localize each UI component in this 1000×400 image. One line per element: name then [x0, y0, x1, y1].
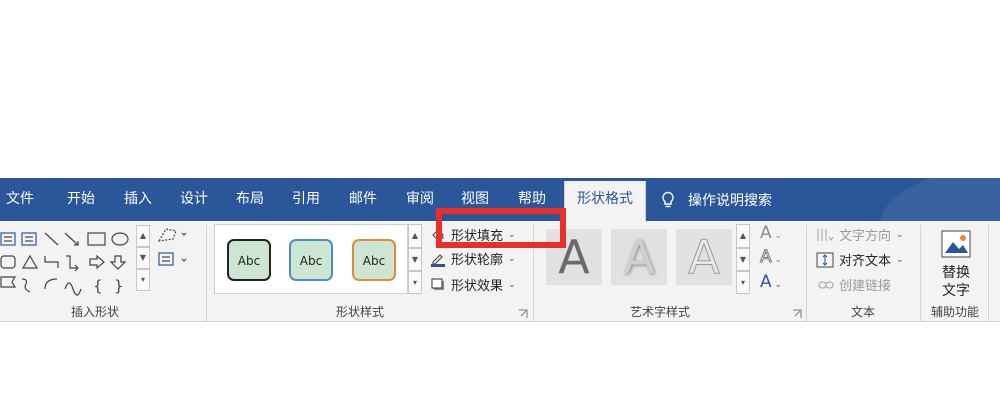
group-separator [920, 225, 921, 321]
shapes-gallery[interactable]: { } [0, 225, 140, 297]
group-label-wordart-styles: 艺术字样式 [629, 305, 690, 319]
tab-shape-format[interactable]: 形状格式 [564, 181, 646, 221]
group-label-text: 文本 [850, 305, 875, 319]
wordart-scroll-down[interactable]: ▼ [736, 248, 750, 271]
tab-mailings[interactable]: 邮件 [339, 178, 387, 221]
shapes-more[interactable]: ▾ [136, 269, 150, 291]
text-direction-button[interactable]: 文字方向 ⌄ [816, 225, 904, 244]
shape-effects-button[interactable]: 形状效果 ⌄ [430, 275, 516, 294]
style-more[interactable]: ▾ [408, 271, 422, 294]
align-text-button[interactable]: 对齐文本 ⌄ [816, 250, 904, 269]
tab-file[interactable]: 文件 [0, 178, 40, 221]
tell-me-search[interactable]: 操作说明搜索 [660, 178, 772, 221]
link-icon [818, 281, 834, 288]
shape-effects-label: 形状效果 [451, 279, 504, 294]
wordart-more[interactable]: ▾ [736, 271, 750, 294]
group-separator [988, 225, 989, 321]
group-separator [206, 225, 207, 321]
shapes-scroll-down[interactable]: ▼ [136, 247, 150, 269]
group-label-shape-styles: 形状样式 [335, 305, 384, 319]
wordart-scroll-up[interactable]: ▲ [736, 224, 750, 248]
pen-outline-icon [431, 253, 445, 267]
group-label-insert-shapes: 插入形状 [70, 305, 119, 319]
wordart-style-3[interactable]: A [676, 229, 732, 285]
create-link-button[interactable]: 创建链接 [818, 275, 891, 294]
shape-effects-icon [431, 277, 444, 290]
svg-text:{: { [93, 277, 103, 295]
edit-shape-icon[interactable] [156, 225, 192, 273]
dialog-launcher-icon[interactable] [792, 309, 802, 319]
alt-text-button[interactable]: 替换 文字 [936, 229, 976, 300]
tab-references[interactable]: 引用 [282, 178, 330, 221]
lightbulb-icon [662, 191, 674, 207]
style-scroll-up[interactable]: ▲ [408, 224, 422, 248]
shape-style-preset-2[interactable]: Abc [289, 239, 333, 281]
tab-design[interactable]: 设计 [170, 178, 218, 221]
text-fill-button[interactable]: A ⌄ [760, 223, 782, 243]
align-text-label: 对齐文本 [839, 254, 892, 269]
tab-home[interactable]: 开始 [57, 178, 105, 221]
text-outline-button[interactable]: A ⌄ [759, 247, 782, 268]
shapes-gallery-icons: { } [0, 232, 129, 296]
shape-style-preset-1[interactable]: Abc [227, 239, 271, 281]
dialog-launcher-icon[interactable] [518, 309, 528, 319]
shape-outline-button[interactable]: 形状轮廓 ⌄ [430, 249, 516, 268]
text-direction-icon [817, 228, 834, 241]
alt-text-label-line1: 替换 [942, 265, 970, 281]
shape-style-preset-3[interactable]: Abc [352, 239, 396, 281]
text-effects-button[interactable]: A ⌄ [760, 272, 782, 292]
tabbar-decoration [874, 178, 1000, 221]
shape-outline-label: 形状轮廓 [451, 253, 504, 268]
align-text-icon [816, 252, 834, 267]
create-link-label: 创建链接 [839, 279, 892, 294]
tab-insert[interactable]: 插入 [114, 178, 162, 221]
chevron-down-icon: ⌄ [508, 253, 516, 264]
shape-style-gallery[interactable]: Abc Abc Abc [214, 224, 408, 294]
alt-text-label-line2: 文字 [942, 283, 970, 299]
group-label-accessibility: 辅助功能 [930, 305, 979, 319]
shapes-scroll-up[interactable]: ▲ [136, 225, 150, 247]
wordart-style-2[interactable]: A [611, 229, 667, 285]
chevron-down-icon: ⌄ [896, 254, 904, 265]
style-scroll-down[interactable]: ▼ [408, 248, 422, 271]
chevron-down-icon: ⌄ [508, 279, 516, 290]
group-separator [806, 225, 807, 321]
alt-text-icon [941, 230, 971, 258]
svg-text:}: } [114, 277, 124, 295]
chevron-down-icon: ⌄ [896, 229, 904, 240]
text-direction-label: 文字方向 [839, 229, 892, 244]
highlight-box [436, 208, 566, 248]
tell-me-label: 操作说明搜索 [688, 192, 772, 209]
tab-layout[interactable]: 布局 [226, 178, 274, 221]
